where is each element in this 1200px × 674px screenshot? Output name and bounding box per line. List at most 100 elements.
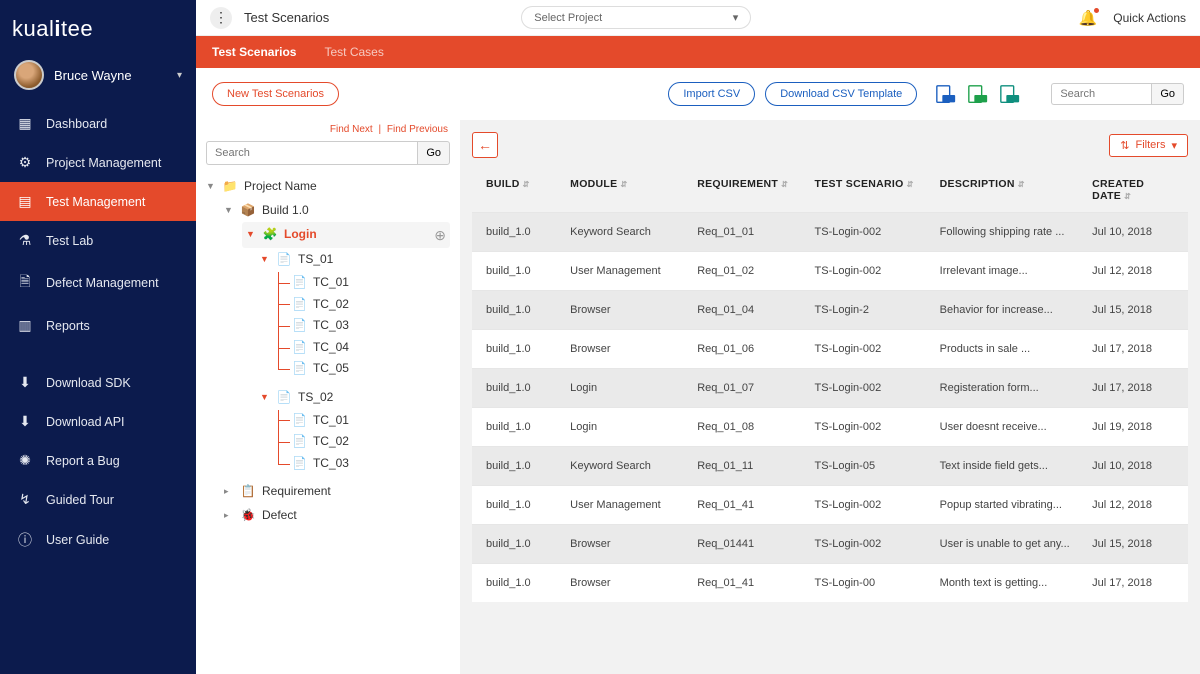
table-header: BUILD⇵ MODULE⇵ REQUIREMENT⇵ TEST SCENARI… <box>472 168 1188 212</box>
table-row[interactable]: build_1.0BrowserReq_01_06TS-Login-002Pro… <box>472 329 1188 368</box>
sidebar-item-user-guide[interactable]: ⓘUser Guide <box>0 519 196 561</box>
col-description[interactable]: DESCRIPTION⇵ <box>934 178 1086 202</box>
chart-icon: ▥ <box>16 317 34 334</box>
new-test-scenarios-button[interactable]: New Test Scenarios <box>212 82 339 106</box>
download-csv-template-button[interactable]: Download CSV Template <box>765 82 917 106</box>
tree-node-tc[interactable]: 📄TC_05 <box>292 358 450 380</box>
caret-icon: ▸ <box>224 510 234 522</box>
sidebar-item-reports[interactable]: ▥Reports <box>0 306 196 345</box>
tree-node-tc[interactable]: 📄TC_02 <box>292 431 450 453</box>
tree-node-build[interactable]: ▼ 📦 Build 1.0 <box>224 199 450 223</box>
cell-requirement: Req_01441 <box>691 538 808 550</box>
add-icon[interactable]: ⊕ <box>434 226 446 244</box>
sidebar-item-report-bug[interactable]: ✺Report a Bug <box>0 441 196 480</box>
tree-node-project[interactable]: ▼ 📁 Project Name <box>206 175 450 199</box>
dashboard-icon: ▦ <box>16 115 34 132</box>
tree-node-tc[interactable]: 📄TC_02 <box>292 294 450 316</box>
search-go-button[interactable]: Go <box>1151 83 1184 105</box>
find-previous-link[interactable]: Find Previous <box>387 124 448 135</box>
more-button[interactable]: ⋮ <box>210 7 232 29</box>
sort-icon: ⇵ <box>1018 180 1025 189</box>
back-button[interactable]: ← <box>472 132 498 158</box>
tree-node-tc[interactable]: 📄TC_01 <box>292 410 450 432</box>
caret-icon: ▼ <box>206 181 216 193</box>
col-requirement[interactable]: REQUIREMENT⇵ <box>691 178 808 202</box>
cell-module: Browser <box>564 304 691 316</box>
table-row[interactable]: build_1.0BrowserReq_01_41TS-Login-00Mont… <box>472 563 1188 602</box>
filters-button[interactable]: ⇅ Filters ▾ <box>1109 134 1188 157</box>
tree-search-input[interactable] <box>206 141 417 165</box>
col-created[interactable]: CREATED DATE⇵ <box>1086 178 1180 202</box>
sidebar-item-test-lab[interactable]: ⚗Test Lab <box>0 221 196 260</box>
cell-created: Jul 15, 2018 <box>1086 538 1180 550</box>
table-row[interactable]: build_1.0LoginReq_01_07TS-Login-002Regis… <box>472 368 1188 407</box>
notifications-button[interactable]: 🔔 <box>1079 9 1098 27</box>
sidebar-item-test-management[interactable]: ▤Test Management <box>0 182 196 221</box>
user-menu[interactable]: Bruce Wayne ▾ <box>0 50 196 104</box>
import-csv-button[interactable]: Import CSV <box>668 82 755 106</box>
cell-scenario: TS-Login-002 <box>809 499 934 511</box>
col-scenario[interactable]: TEST SCENARIO⇵ <box>809 178 934 202</box>
cell-build: build_1.0 <box>480 460 564 472</box>
tree-node-tc[interactable]: 📄TC_01 <box>292 272 450 294</box>
table-row[interactable]: build_1.0BrowserReq_01_04TS-Login-2Behav… <box>472 290 1188 329</box>
tree-node-tc[interactable]: 📄TC_03 <box>292 315 450 337</box>
cell-created: Jul 10, 2018 <box>1086 460 1180 472</box>
export-pdf-icon[interactable] <box>935 84 957 104</box>
tree-node-tc[interactable]: 📄TC_03 <box>292 453 450 475</box>
tree-node-requirement[interactable]: ▸ 📋 Requirement <box>224 480 450 504</box>
col-module[interactable]: MODULE⇵ <box>564 178 691 202</box>
avatar <box>14 60 44 90</box>
table-row[interactable]: build_1.0Keyword SearchReq_01_01TS-Login… <box>472 212 1188 251</box>
table-row[interactable]: build_1.0BrowserReq_01441TS-Login-002Use… <box>472 524 1188 563</box>
table-row[interactable]: build_1.0User ManagementReq_01_02TS-Logi… <box>472 251 1188 290</box>
table-row[interactable]: build_1.0Keyword SearchReq_01_11TS-Login… <box>472 446 1188 485</box>
tab-test-scenarios[interactable]: Test Scenarios <box>212 45 296 59</box>
table-row[interactable]: build_1.0User ManagementReq_01_41TS-Logi… <box>472 485 1188 524</box>
cell-build: build_1.0 <box>480 382 564 394</box>
cell-created: Jul 19, 2018 <box>1086 421 1180 433</box>
tree-search-go-button[interactable]: Go <box>417 141 450 165</box>
col-build[interactable]: BUILD⇵ <box>480 178 564 202</box>
cell-module: Browser <box>564 538 691 550</box>
cell-scenario: TS-Login-002 <box>809 421 934 433</box>
user-name: Bruce Wayne <box>54 68 167 83</box>
tree-node-defect[interactable]: ▸ 🐞 Defect <box>224 504 450 528</box>
project-select[interactable]: Select Project ▾ <box>521 6 751 29</box>
sidebar-item-project-management[interactable]: ⚙Project Management <box>0 143 196 182</box>
tree-node-ts01[interactable]: ▼ 📄 TS_01 <box>260 248 450 272</box>
sidebar-item-download-sdk[interactable]: ⬇Download SDK <box>0 363 196 402</box>
sidebar-item-defect-management[interactable]: 🗎Defect Management <box>0 260 196 306</box>
export-xls-icon[interactable] <box>967 84 989 104</box>
cell-description: Text inside field gets... <box>934 460 1086 472</box>
tab-test-cases[interactable]: Test Cases <box>324 45 383 59</box>
topbar: ⋮ Test Scenarios Select Project ▾ 🔔 Quic… <box>196 0 1200 36</box>
quick-actions-button[interactable]: Quick Actions <box>1113 11 1186 25</box>
tree-node-ts02[interactable]: ▼ 📄 TS_02 <box>260 386 450 410</box>
tree-node-login[interactable]: ▼ 🧩 Login ⊕ <box>242 222 450 248</box>
find-next-link[interactable]: Find Next <box>330 124 373 135</box>
bug-icon: 🐞 <box>240 508 256 524</box>
module-icon: 🧩 <box>262 227 278 243</box>
cell-scenario: TS-Login-002 <box>809 382 934 394</box>
tree-node-tc[interactable]: 📄TC_04 <box>292 337 450 359</box>
sidebar: kualitee Bruce Wayne ▾ ▦Dashboard ⚙Proje… <box>0 0 196 674</box>
search-input[interactable] <box>1051 83 1151 105</box>
cell-scenario: TS-Login-00 <box>809 577 934 589</box>
sort-icon: ⇵ <box>523 180 530 189</box>
table-row[interactable]: build_1.0LoginReq_01_08TS-Login-002User … <box>472 407 1188 446</box>
cell-scenario: TS-Login-002 <box>809 538 934 550</box>
cell-build: build_1.0 <box>480 577 564 589</box>
export-doc-icon[interactable] <box>999 84 1021 104</box>
cell-description: Following shipping rate ... <box>934 226 1086 238</box>
box-icon: 📦 <box>240 203 256 219</box>
caret-icon: ▼ <box>224 205 234 217</box>
cell-requirement: Req_01_07 <box>691 382 808 394</box>
sidebar-item-dashboard[interactable]: ▦Dashboard <box>0 104 196 143</box>
caret-icon: ▼ <box>260 392 270 404</box>
sidebar-item-guided-tour[interactable]: ↯Guided Tour <box>0 480 196 519</box>
list-icon: ▤ <box>16 193 34 210</box>
tabbar: Test Scenarios Test Cases <box>196 36 1200 68</box>
cell-scenario: TS-Login-002 <box>809 226 934 238</box>
sidebar-item-download-api[interactable]: ⬇Download API <box>0 402 196 441</box>
